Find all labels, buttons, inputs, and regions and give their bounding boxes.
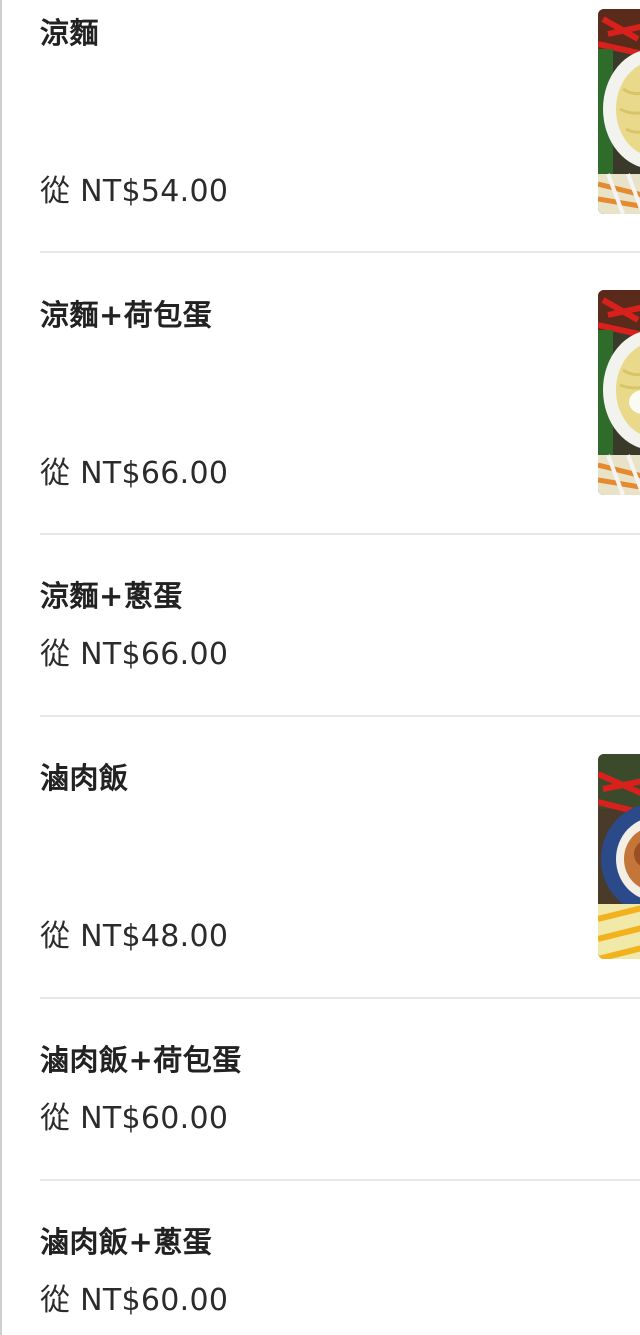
item-price: 從 NT$48.00 [40,919,229,954]
braised-pork-rice-photo[interactable] [598,754,640,959]
item-price: 從 NT$60.00 [40,1101,229,1136]
menu-item-cold-noodles-scallion-egg[interactable]: 涼麵+蔥蛋 從 NT$66.00 [2,535,640,717]
menu-item-braised-pork-rice-scallion-egg[interactable]: 滷肉飯+蔥蛋 從 NT$60.00 [2,1181,640,1335]
item-name: 滷肉飯 [40,761,129,795]
menu-page: 涼麵 從 NT$54.00 涼麵+荷包蛋 從 NT$66.00 涼麵+蔥蛋 從 … [0,0,640,1335]
item-name: 涼麵+蔥蛋 [40,579,183,613]
menu-item-cold-noodles[interactable]: 涼麵 從 NT$54.00 [2,0,640,253]
item-price: 從 NT$66.00 [40,456,229,491]
menu-item-braised-pork-rice[interactable]: 滷肉飯 從 NT$48.00 [2,717,640,999]
item-price: 從 NT$66.00 [40,637,229,672]
item-name: 涼麵 [40,16,100,50]
item-name: 涼麵+荷包蛋 [40,298,213,332]
item-price: 從 NT$54.00 [40,174,229,209]
item-name: 滷肉飯+荷包蛋 [40,1043,242,1077]
cold-noodles-egg-photo[interactable] [598,290,640,495]
item-name: 滷肉飯+蔥蛋 [40,1225,213,1259]
cold-noodles-photo[interactable] [598,9,640,214]
menu-item-braised-pork-rice-fried-egg[interactable]: 滷肉飯+荷包蛋 從 NT$60.00 [2,999,640,1181]
menu-item-cold-noodles-fried-egg[interactable]: 涼麵+荷包蛋 從 NT$66.00 [2,253,640,535]
item-price: 從 NT$60.00 [40,1283,229,1318]
